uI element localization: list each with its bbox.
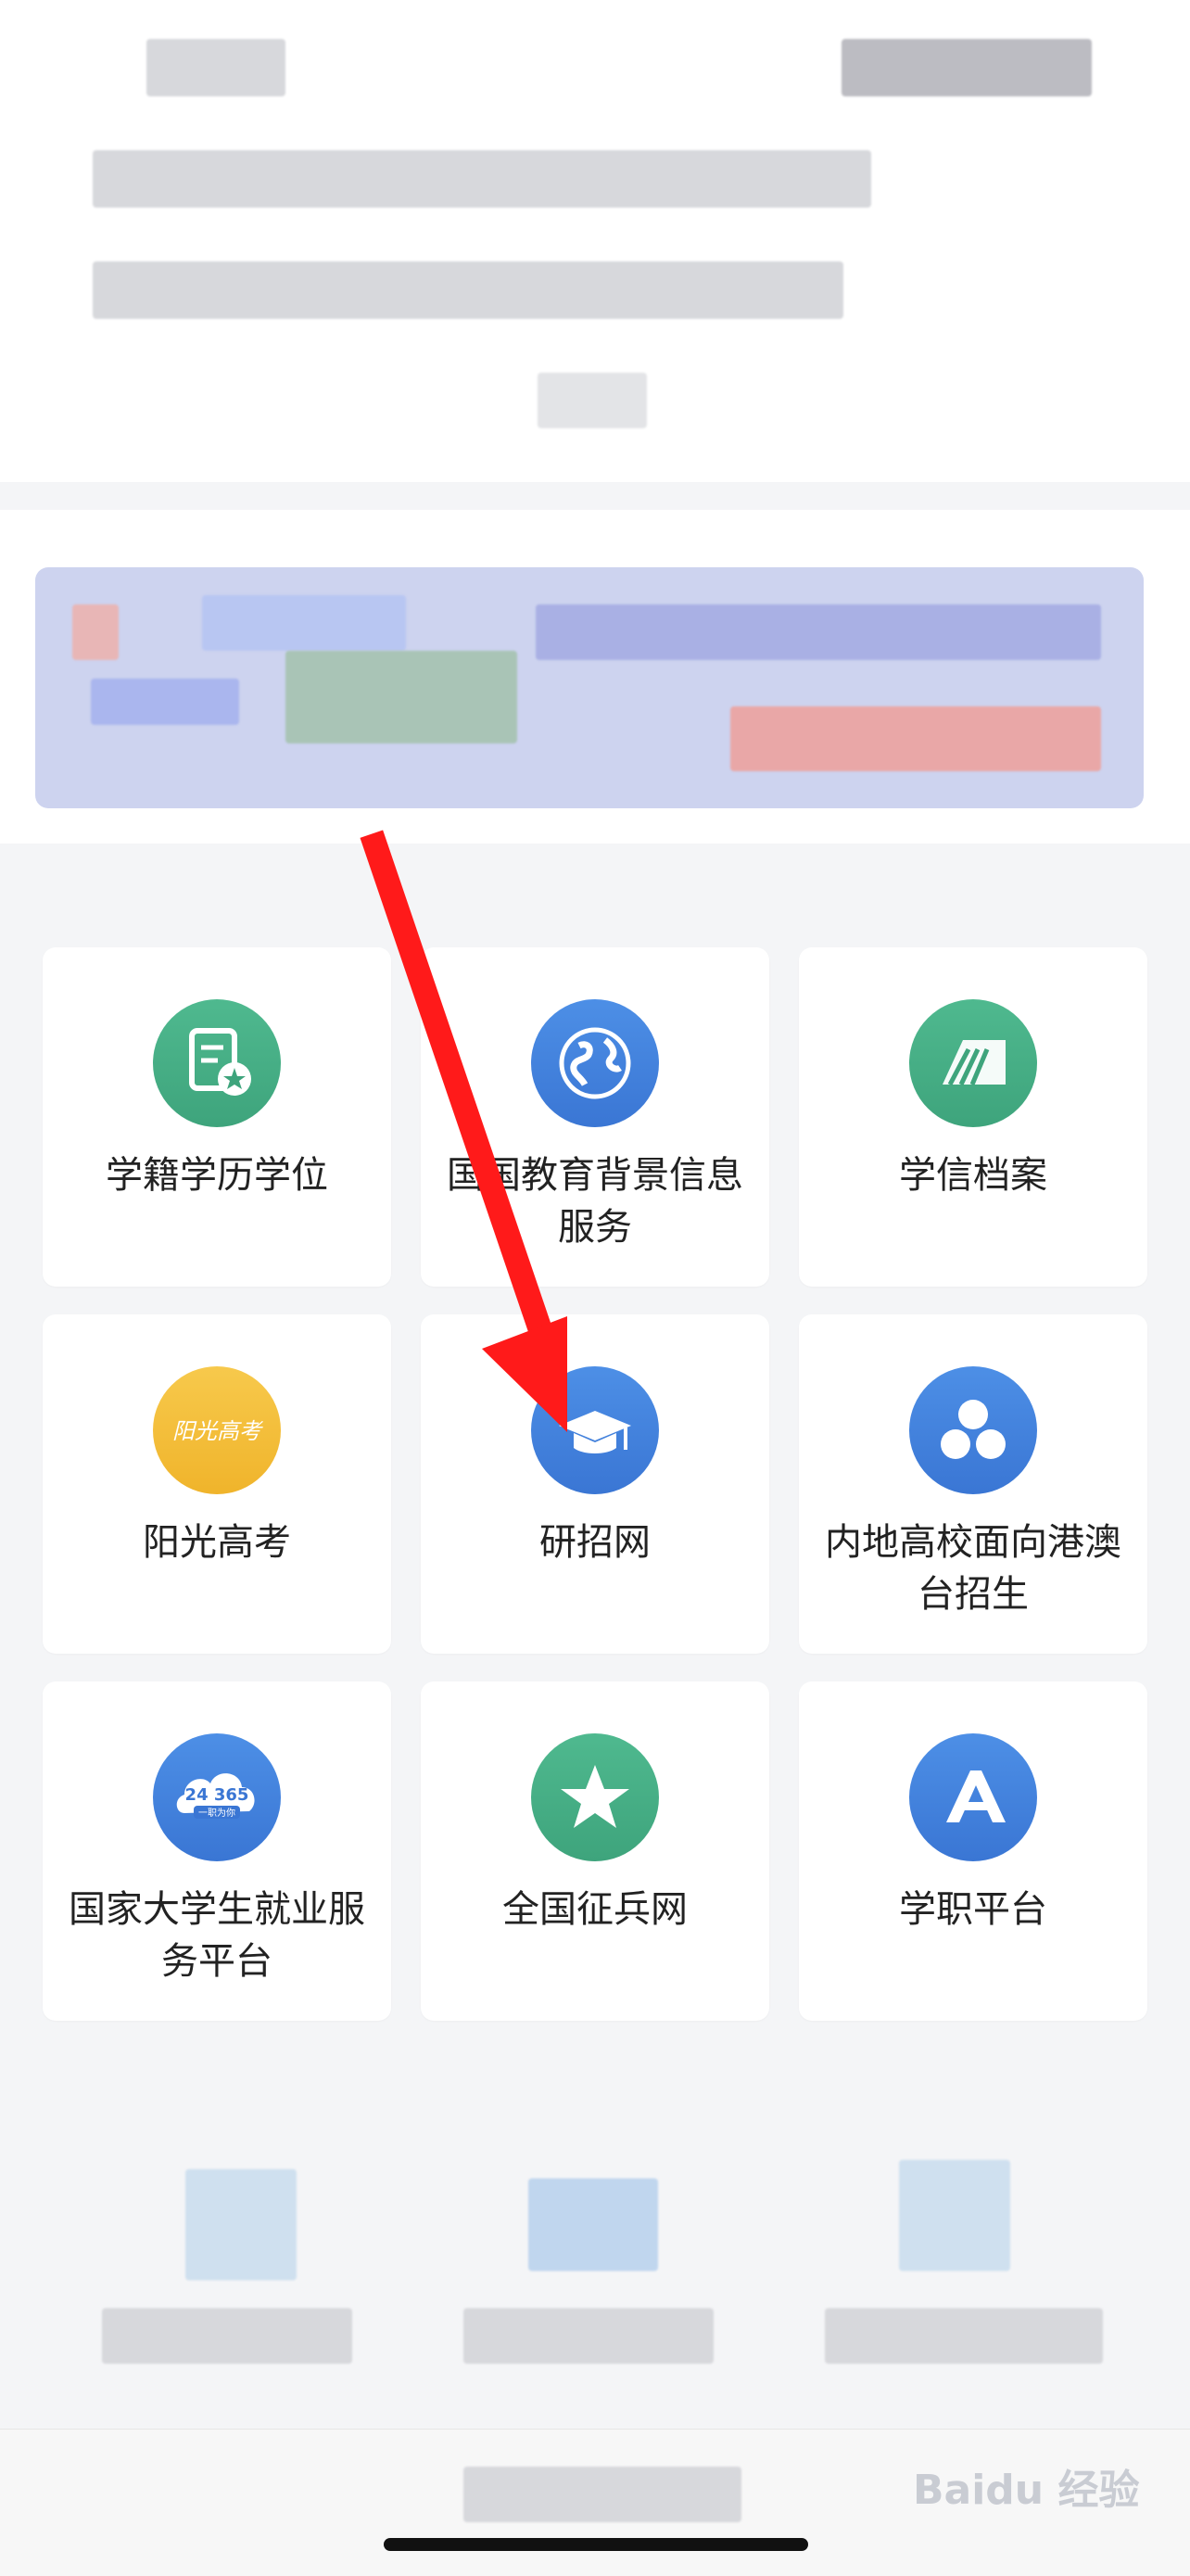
service-label: 研招网	[539, 1521, 651, 1564]
svg-text:阳光高考: 阳光高考	[172, 1418, 264, 1444]
svg-text:24 365: 24 365	[185, 1785, 249, 1805]
service-label: 国国教育背景信息服务	[447, 1154, 743, 1249]
service-card-education-background[interactable]: 国国教育背景信息服务	[421, 947, 769, 1287]
globe-icon	[531, 999, 659, 1127]
baidu-watermark: Baidu 经验	[913, 2467, 1140, 2514]
graduation-cap-icon	[531, 1366, 659, 1494]
service-label: 学职平台	[899, 1888, 1047, 1931]
service-card-xuexin-archive[interactable]: 学信档案	[799, 947, 1147, 1287]
blurred-quick-item-1[interactable]	[102, 2151, 361, 2410]
promo-banner[interactable]	[35, 567, 1144, 808]
archive-icon	[909, 999, 1037, 1127]
blurred-status-left	[146, 39, 285, 96]
star-icon	[531, 1733, 659, 1861]
service-card-career-platform[interactable]: 学职平台	[799, 1681, 1147, 2021]
service-label: 学籍学历学位	[106, 1154, 328, 1197]
service-card-hk-macao-taiwan[interactable]: 内地高校面向港澳台招生	[799, 1314, 1147, 1654]
blurred-quick-item-3[interactable]	[825, 2151, 1103, 2410]
header-section	[0, 0, 1190, 482]
service-label: 内地高校面向港澳台招生	[825, 1521, 1121, 1616]
a-logo-icon	[909, 1733, 1037, 1861]
home-indicator[interactable]	[384, 2538, 808, 2551]
service-label: 阳光高考	[143, 1521, 291, 1564]
service-card-employment-platform[interactable]: 24 365 一职为你 国家大学生就业服务平台	[43, 1681, 391, 2021]
blurred-link[interactable]	[538, 373, 647, 428]
student-record-icon	[153, 999, 281, 1127]
sunshine-gaokao-icon: 阳光高考	[153, 1366, 281, 1494]
svg-text:一职为你: 一职为你	[198, 1807, 235, 1819]
blurred-status-right	[842, 39, 1092, 96]
three-circles-icon	[909, 1366, 1037, 1494]
blurred-text-line-2	[93, 261, 843, 319]
blurred-tab[interactable]	[463, 2467, 741, 2522]
service-label: 学信档案	[899, 1154, 1047, 1197]
service-label: 全国征兵网	[502, 1888, 688, 1931]
service-card-conscription[interactable]: 全国征兵网	[421, 1681, 769, 2021]
service-card-student-record[interactable]: 学籍学历学位	[43, 947, 391, 1287]
blurred-text-line-1	[93, 150, 871, 208]
cloud-24365-icon: 24 365 一职为你	[153, 1733, 281, 1861]
service-label: 国家大学生就业服务平台	[69, 1888, 365, 1983]
service-card-sunshine-gaokao[interactable]: 阳光高考 阳光高考	[43, 1314, 391, 1654]
blurred-quick-item-2[interactable]	[463, 2151, 723, 2410]
service-card-yanzhao[interactable]: 研招网	[421, 1314, 769, 1654]
